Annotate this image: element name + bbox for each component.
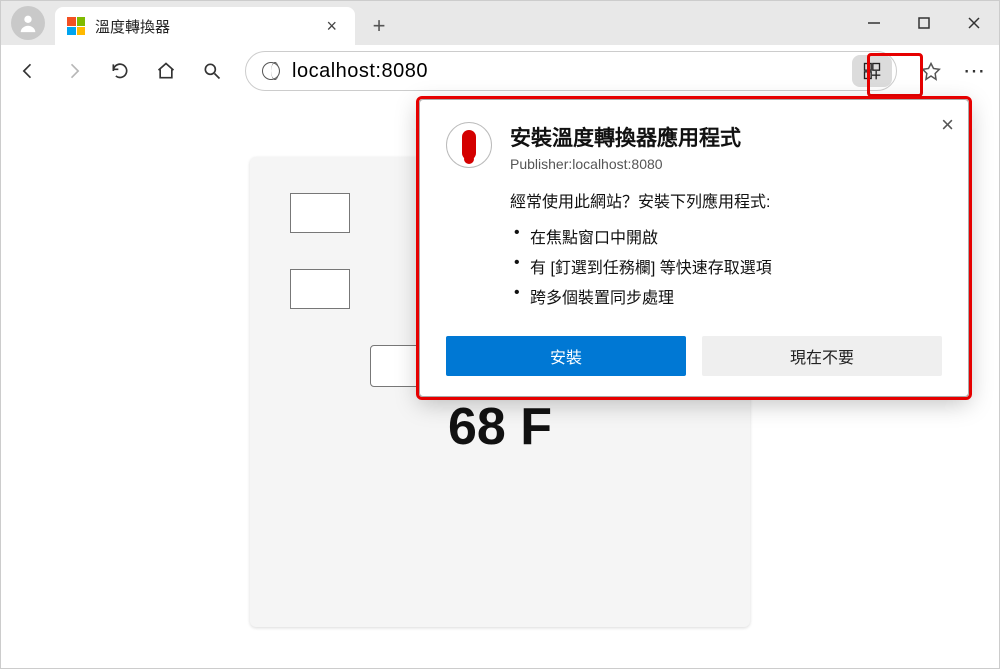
popup-actions: 安裝 現在不要 [446,336,942,376]
popup-title: 安裝溫度轉換器應用程式 [510,122,741,152]
title-bar: 溫度轉換器 × + [1,1,999,45]
nav-home-button[interactable] [145,50,187,92]
address-bar[interactable]: localhost:8080 [245,51,897,91]
popup-feature-list: 在焦點窗口中開啟 有 [釘選到任務欄] 等快速存取選項 跨多個裝置同步處理 [510,224,942,308]
window-close-button[interactable] [949,1,999,45]
temperature-input-1[interactable] [290,193,350,233]
popup-feature-item: 跨多個裝置同步處理 [510,284,942,308]
popup-close-button[interactable]: × [941,112,954,138]
popup-description: 經常使用此網站？安裝下列應用程式: [510,188,942,212]
favorite-button[interactable] [913,53,949,89]
not-now-button[interactable]: 現在不要 [702,336,942,376]
install-button[interactable]: 安裝 [446,336,686,376]
install-app-popup: × 安裝溫度轉換器應用程式 Publisher:localhost:8080 經… [419,99,969,397]
install-app-button[interactable] [852,55,892,87]
window-controls [849,1,999,45]
address-url: localhost:8080 [292,60,428,83]
thermometer-icon [446,122,492,168]
toolbar: localhost:8080 ⋯ [1,45,999,97]
temperature-input-2[interactable] [290,269,350,309]
window-minimize-button[interactable] [849,1,899,45]
tab-title: 溫度轉換器 [95,16,170,37]
nav-search-button[interactable] [191,50,233,92]
browser-tab[interactable]: 溫度轉換器 × [55,7,355,45]
popup-publisher: Publisher:localhost:8080 [510,156,741,172]
new-tab-button[interactable]: + [361,8,397,44]
window-maximize-button[interactable] [899,1,949,45]
profile-avatar[interactable] [11,6,45,40]
popup-feature-item: 在焦點窗口中開啟 [510,224,942,248]
site-info-icon[interactable] [262,62,280,80]
nav-back-button[interactable] [7,50,49,92]
popup-header: 安裝溫度轉換器應用程式 Publisher:localhost:8080 [446,122,942,172]
nav-forward-button [53,50,95,92]
tab-close-button[interactable]: × [320,16,343,37]
result-text: 68 F [448,397,552,457]
nav-refresh-button[interactable] [99,50,141,92]
popup-feature-item: 有 [釘選到任務欄] 等快速存取選項 [510,254,942,278]
microsoft-logo-icon [67,17,85,35]
more-menu-button[interactable]: ⋯ [957,53,993,89]
